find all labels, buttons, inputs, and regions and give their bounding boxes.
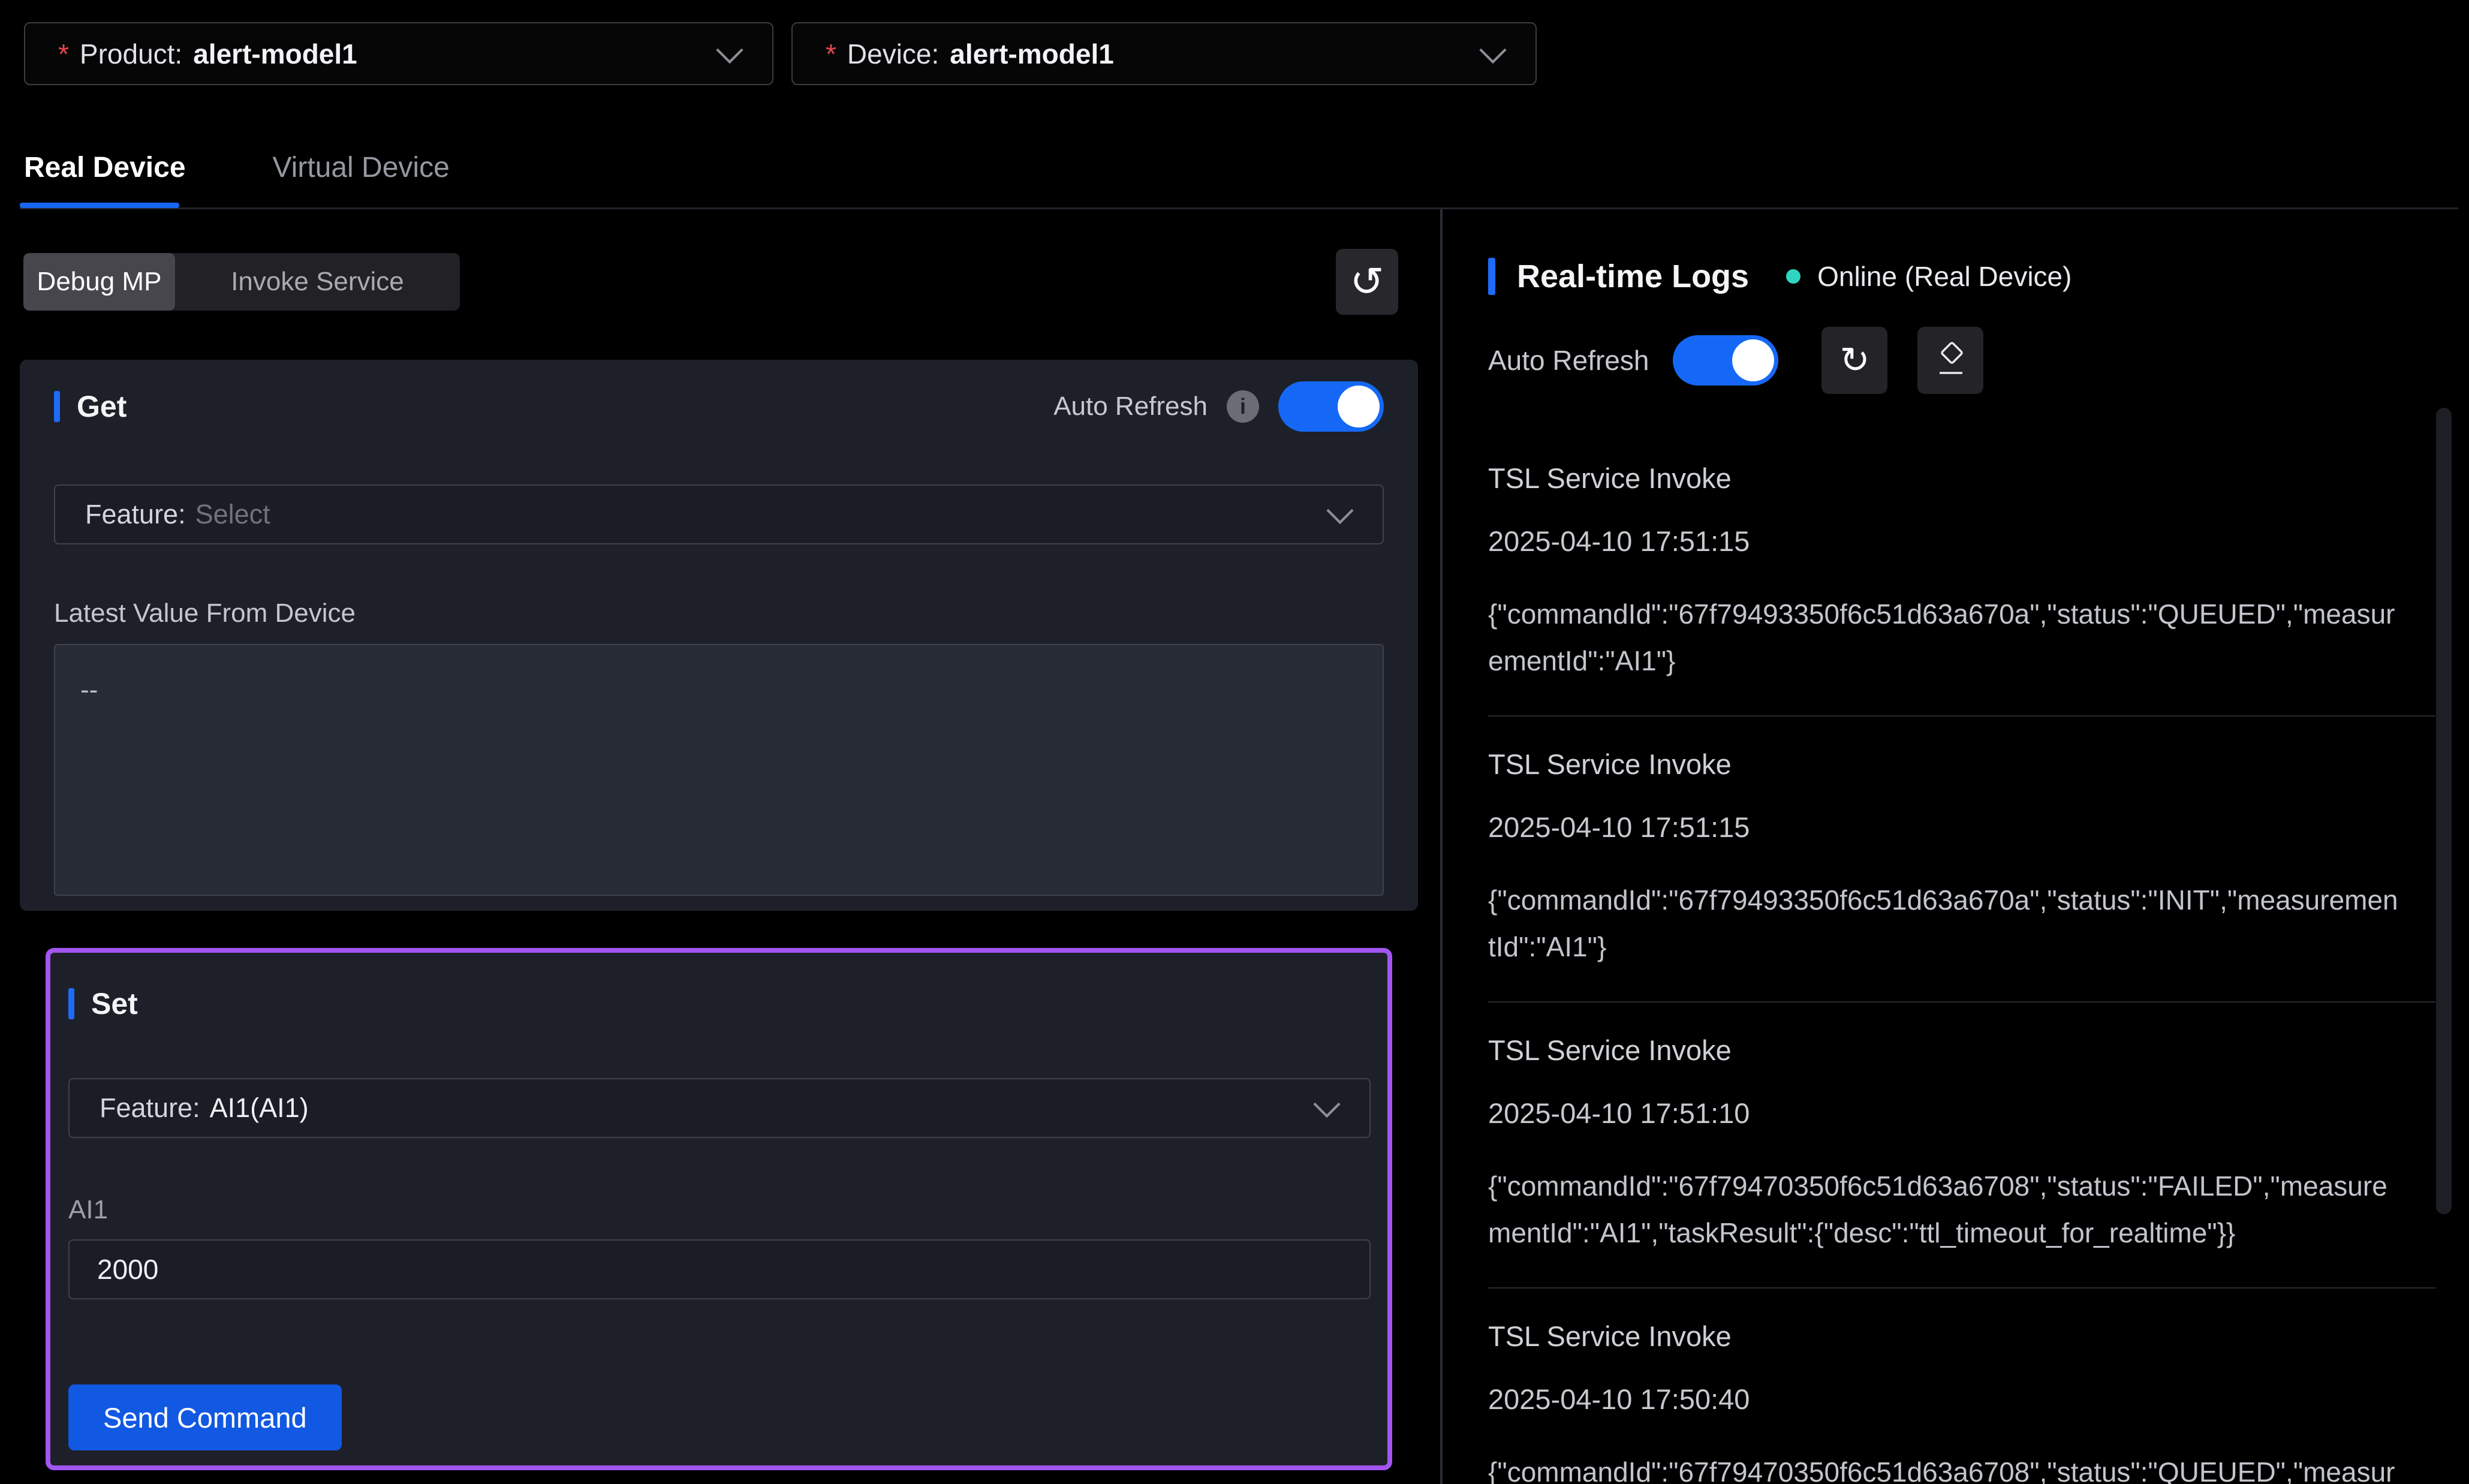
feature-label: Feature: [85,499,186,530]
feature-label: Feature: [100,1092,200,1124]
log-title: TSL Service Invoke [1488,1320,2449,1353]
send-command-button[interactable]: Send Command [68,1384,342,1450]
log-timestamp: 2025-04-10 17:51:15 [1488,525,2449,558]
log-entry: TSL Service Invoke 2025-04-10 17:51:10 {… [1488,1034,2449,1256]
log-json: ementId":"AI1"} [1488,637,2449,684]
log-entry: TSL Service Invoke 2025-04-10 17:51:15 {… [1488,748,2449,970]
log-entry: TSL Service Invoke 2025-04-10 17:50:40 {… [1488,1320,2449,1484]
section-accent-bar [68,988,74,1019]
log-separator [1488,1001,2435,1003]
get-auto-refresh-group: Auto Refresh i [1053,381,1384,432]
chevron-down-icon [1326,497,1353,524]
latest-value-box: -- [54,644,1384,896]
reset-icon: ↺ [1350,258,1384,306]
log-json: {"commandId":"67f79493350f6c51d63a670a",… [1488,877,2449,923]
realtime-logs-title: Real-time Logs [1517,258,1749,295]
log-entry: TSL Service Invoke 2025-04-10 17:51:15 {… [1488,462,2449,684]
info-icon[interactable]: i [1227,390,1259,423]
product-select[interactable]: * Product: alert-model1 [24,22,773,85]
mode-segmented-control: Debug MP Invoke Service [23,253,460,311]
segment-invoke-service[interactable]: Invoke Service [175,253,460,311]
refresh-logs-button[interactable]: ↻ [1821,327,1887,394]
clear-logs-button[interactable] [1917,327,1983,394]
required-asterisk: * [826,38,836,70]
log-separator [1488,715,2435,717]
log-title: TSL Service Invoke [1488,1034,2449,1067]
required-asterisk: * [58,38,69,70]
get-auto-refresh-toggle[interactable] [1278,381,1384,432]
logs-scrollbar[interactable] [2436,408,2452,1214]
segment-debug-mp[interactable]: Debug MP [23,253,175,311]
get-title: Get [77,389,127,424]
param-value-input[interactable] [68,1239,1371,1299]
logs-auto-refresh-toggle[interactable] [1673,335,1778,386]
get-card-header: Get Auto Refresh i [54,381,1384,432]
online-status-text: Online (Real Device) [1817,260,2071,293]
feature-value: AI1(AI1) [210,1092,309,1124]
log-json: {"commandId":"67f79470350f6c51d63a6708",… [1488,1449,2449,1484]
device-select-value: alert-model1 [950,38,1114,70]
log-title: TSL Service Invoke [1488,462,2449,495]
param-label: AI1 [68,1195,1371,1225]
reset-button[interactable]: ↺ [1336,249,1398,315]
tabs-divider [20,207,2458,209]
log-timestamp: 2025-04-10 17:51:10 [1488,1097,2449,1130]
refresh-icon: ↻ [1839,339,1869,381]
log-json: {"commandId":"67f79493350f6c51d63a670a",… [1488,591,2449,637]
eraser-icon [1932,342,1969,379]
log-list: TSL Service Invoke 2025-04-10 17:51:15 {… [1488,462,2449,1484]
get-card: Get Auto Refresh i Feature: Select Lates… [20,360,1418,911]
log-json: {"commandId":"67f79470350f6c51d63a6708",… [1488,1163,2449,1209]
realtime-logs-header: Real-time Logs Online (Real Device) [1488,258,2071,295]
get-feature-select[interactable]: Feature: Select [54,484,1384,544]
tab-virtual-device[interactable]: Virtual Device [273,151,450,184]
device-type-tabs: Real Device Virtual Device [24,151,450,184]
log-title: TSL Service Invoke [1488,748,2449,781]
section-accent-bar [1488,258,1495,295]
chevron-down-icon [1479,36,1506,63]
log-json: tId":"AI1"} [1488,923,2449,970]
section-accent-bar [54,391,60,422]
log-timestamp: 2025-04-10 17:51:15 [1488,811,2449,844]
feature-placeholder: Select [195,499,270,530]
auto-refresh-label: Auto Refresh [1053,392,1208,422]
chevron-down-icon [716,36,743,63]
set-title: Set [91,986,138,1021]
auto-refresh-label: Auto Refresh [1488,344,1649,377]
online-status-dot [1786,269,1800,284]
set-card-highlighted: Set Feature: AI1(AI1) AI1 Send Command [46,948,1392,1470]
latest-value-label: Latest Value From Device [54,598,1384,628]
log-timestamp: 2025-04-10 17:50:40 [1488,1383,2449,1416]
chevron-down-icon [1313,1091,1340,1118]
set-feature-select[interactable]: Feature: AI1(AI1) [68,1078,1371,1138]
log-json: mentId":"AI1","taskResult":{"desc":"ttl_… [1488,1209,2449,1256]
panel-divider [1440,209,1443,1484]
realtime-logs-controls: Auto Refresh ↻ [1488,325,1983,396]
product-select-value: alert-model1 [193,38,357,70]
device-debug-page: * Product: alert-model1 * Device: alert-… [0,0,2469,1484]
log-separator [1488,1287,2435,1289]
tab-real-device[interactable]: Real Device [24,151,186,184]
device-select[interactable]: * Device: alert-model1 [791,22,1537,85]
device-select-label: Device: [847,38,939,70]
product-select-label: Product: [80,38,182,70]
active-tab-indicator [20,203,179,208]
set-card-header: Set [68,986,1371,1021]
